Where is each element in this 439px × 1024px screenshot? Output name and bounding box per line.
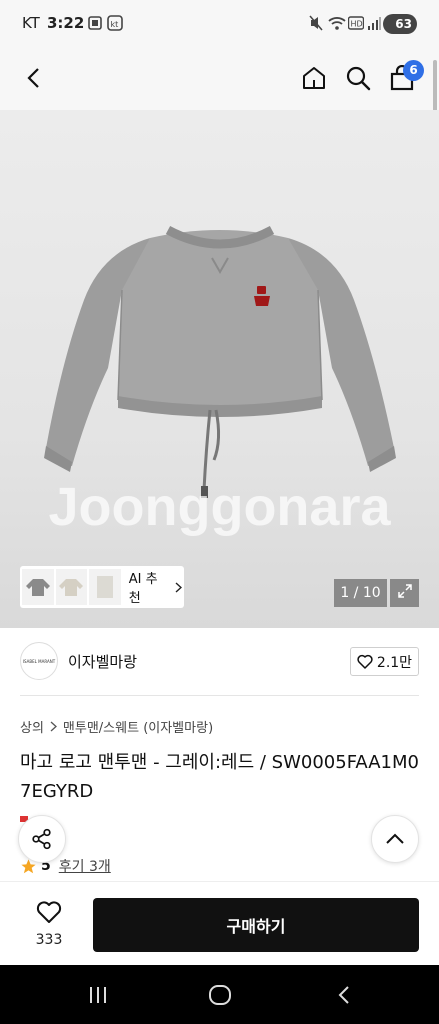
watermark: Joonggonara xyxy=(48,477,391,537)
ai-recommendation-label: AI 추천 xyxy=(128,572,158,606)
back-button[interactable] xyxy=(16,62,52,98)
mute-icon xyxy=(309,15,323,35)
chevron-up-icon xyxy=(386,833,404,844)
home-circle-icon xyxy=(209,985,231,1005)
system-navigation-bar xyxy=(0,965,439,1024)
status-time: 3:22 xyxy=(47,14,85,32)
product-image-sweatshirt xyxy=(44,226,396,498)
back-nav-button[interactable] xyxy=(329,982,359,1008)
back-nav-icon xyxy=(338,986,349,1004)
home-button[interactable] xyxy=(296,62,332,98)
recent-apps-icon xyxy=(90,987,106,1003)
heart-icon xyxy=(36,901,62,923)
volte-icon: HD xyxy=(347,15,365,34)
breadcrumb-category[interactable]: 상의 xyxy=(20,717,44,736)
thumbnail-3[interactable] xyxy=(89,569,121,605)
product-image-gallery[interactable]: Joonggonara AI 추천 1 / 10 xyxy=(0,110,439,628)
svg-text:HD: HD xyxy=(351,20,363,29)
back-arrow-icon xyxy=(24,67,44,93)
battery-indicator: 63 xyxy=(383,14,417,34)
thumbnail-1[interactable] xyxy=(22,569,54,605)
buy-button[interactable]: 구매하기 xyxy=(93,898,419,952)
page: KT 3:22 kt HD 63 6 Joonggonara AI 추천 1 /… xyxy=(0,0,439,1024)
search-icon xyxy=(345,65,371,95)
breadcrumb-subcategory[interactable]: 맨투맨/스웨트 (이자벨마랑) xyxy=(63,717,213,736)
recent-apps-button[interactable] xyxy=(83,982,113,1008)
cart-button[interactable]: 6 xyxy=(384,60,424,98)
ai-recommendation-chip[interactable]: AI 추천 xyxy=(20,566,184,608)
cart-count-badge: 6 xyxy=(403,60,424,81)
shop-name[interactable]: 이자벨마랑 xyxy=(68,651,137,672)
share-icon xyxy=(32,828,51,850)
carrier-label: KT xyxy=(22,14,40,32)
image-page-indicator: 1 / 10 xyxy=(334,579,387,607)
heart-icon xyxy=(357,654,373,669)
scroll-to-top-button[interactable] xyxy=(371,815,419,863)
home-icon xyxy=(301,65,327,95)
breadcrumb: 상의 맨투맨/스웨트 (이자벨마랑) xyxy=(20,717,213,736)
expand-image-button[interactable] xyxy=(390,579,419,607)
chevron-right-icon xyxy=(50,721,57,732)
reviews-link[interactable]: 후기 3개 xyxy=(59,856,111,876)
product-title: 마고 로고 맨투맨 - 그레이:레드 / SW0005FAA1M07EGYRD xyxy=(20,752,419,802)
signal-icon xyxy=(367,15,381,34)
divider xyxy=(20,695,419,696)
screenshot-icon xyxy=(87,15,103,35)
shop-logo[interactable]: ISABEL MARANT xyxy=(20,642,58,680)
wifi-icon xyxy=(328,15,346,35)
wishlist-button[interactable]: 333 xyxy=(22,900,76,948)
shop-like-count: 2.1만 xyxy=(376,654,413,671)
share-button[interactable] xyxy=(18,815,66,863)
bottom-action-bar: 333 구매하기 xyxy=(0,881,439,965)
search-button[interactable] xyxy=(340,62,376,98)
shop-like-button[interactable]: 2.1만 xyxy=(350,647,419,676)
status-bar: KT 3:22 kt HD 63 xyxy=(0,0,439,50)
wishlist-count: 333 xyxy=(35,932,63,948)
top-navigation: 6 xyxy=(0,50,439,110)
shop-logo-text: ISABEL MARANT xyxy=(22,658,56,664)
thumbnail-2[interactable] xyxy=(55,569,88,605)
kt-app-icon: kt xyxy=(107,15,123,35)
home-nav-button[interactable] xyxy=(205,982,235,1008)
chevron-right-icon xyxy=(175,578,183,597)
expand-icon xyxy=(397,583,413,603)
svg-text:kt: kt xyxy=(111,20,119,29)
